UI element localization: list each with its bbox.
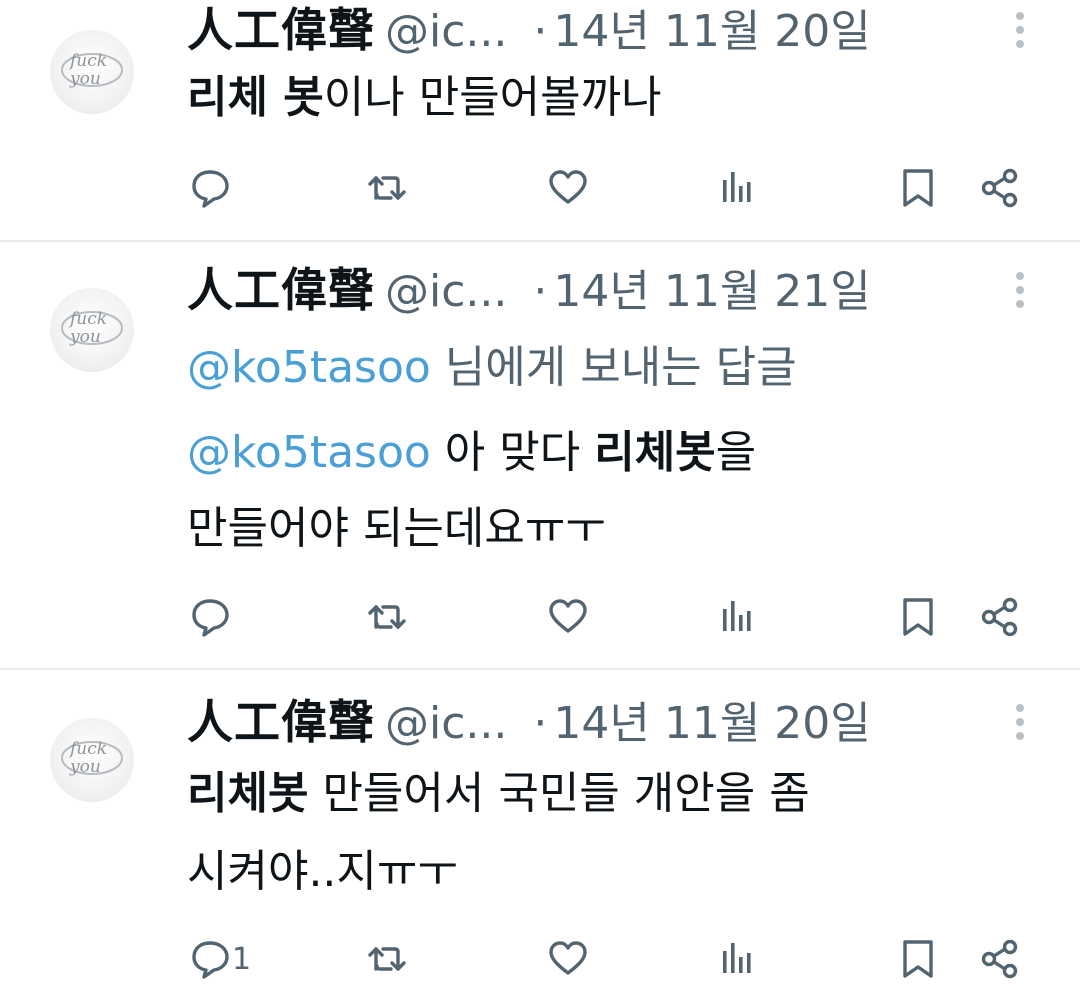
tweet-header: 人工偉聲 @ic... · 14년 11월 20일 (187, 692, 871, 752)
avatar-text-bottom: you (69, 757, 101, 777)
tweet-text-line: 시켜야..지ㅠㅜ (187, 842, 458, 902)
tweet-actions: 1 (0, 934, 1080, 984)
avatar[interactable]: fuck you (50, 718, 134, 802)
display-name[interactable]: 人工偉聲 (187, 695, 375, 749)
like-icon (548, 939, 588, 979)
tweet-text-line: 리체봇 만들어서 국민들 개안을 좀 (187, 764, 810, 824)
like-button[interactable] (548, 934, 588, 984)
bookmark-button[interactable] (898, 934, 938, 984)
share-button[interactable] (980, 934, 1020, 984)
reply-icon (190, 939, 230, 979)
reply-button[interactable]: 1 (190, 934, 251, 984)
more-icon[interactable] (1010, 704, 1030, 748)
retweet-icon (367, 939, 407, 979)
tweet-text: 시켜야..지ㅠㅜ (187, 846, 458, 897)
tweet-text-bold: 리체봇 (187, 768, 309, 819)
views-button[interactable] (716, 934, 756, 984)
tweet[interactable]: fuck you 人工偉聲 @ic... · 14년 11월 20일리체봇 만들어서 국민… (0, 0, 1080, 1002)
user-handle[interactable]: @ic... (385, 698, 507, 749)
views-icon (716, 939, 756, 979)
share-icon (980, 939, 1020, 979)
tweet-text: 만들어서 국민들 개안을 좀 (308, 768, 810, 819)
bookmark-icon (898, 939, 938, 979)
retweet-button[interactable] (367, 934, 407, 984)
reply-count: 1 (232, 941, 252, 977)
separator-dot: · (533, 698, 548, 749)
tweet-date[interactable]: 14년 11월 20일 (553, 698, 870, 749)
avatar-text-top: fuck (68, 739, 107, 759)
